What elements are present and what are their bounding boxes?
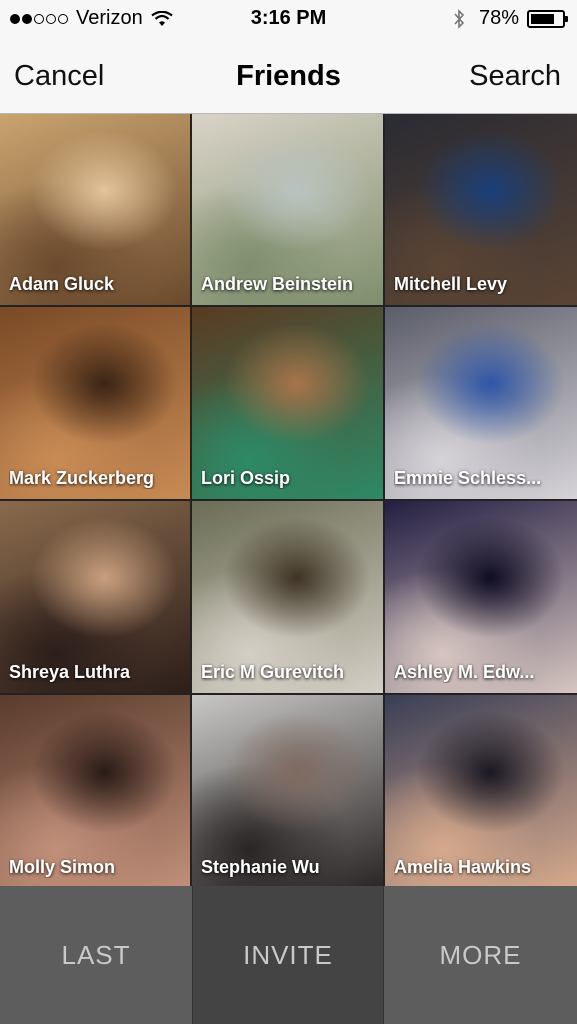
friend-name: Mitchell Levy [394,274,508,294]
status-right: 78% [453,7,568,30]
last-button[interactable]: LAST [0,886,192,1024]
friend-tile[interactable]: Mark Zuckerberg [0,307,190,499]
friend-tile[interactable]: Amelia Hawkins [385,695,577,888]
status-bar: Verizon 3:16 PM 78% [0,0,577,38]
bottom-action-bar: LAST INVITE MORE [0,886,577,1024]
friend-name: Lori Ossip [201,468,291,488]
friend-tile[interactable]: Adam Gluck [0,114,190,305]
friend-tile[interactable]: Shreya Luthra [0,501,190,693]
friend-tile[interactable]: Molly Simon [0,695,190,888]
friend-name: Shreya Luthra [9,662,131,682]
friend-tile[interactable]: Mitchell Levy [385,114,577,305]
friend-name: Ashley M. Edw... [394,662,535,682]
friend-name: Adam Gluck [9,274,115,294]
friend-name: Eric M Gurevitch [201,662,345,682]
friend-tile[interactable]: Ashley M. Edw... [385,501,577,693]
invite-button[interactable]: INVITE [192,886,384,1024]
friends-grid: Adam Gluck Andrew Beinstein Mitchell Levy M… [0,114,577,888]
navigation-bar: Cancel Friends Search [0,38,577,114]
battery-percentage: 78% [478,7,519,29]
friend-tile[interactable]: Stephanie Wu [192,695,383,888]
friend-tile[interactable]: Emmie Schless... [385,307,577,499]
friend-name: Stephanie Wu [201,857,320,877]
battery-fill [531,13,555,24]
friend-name: Amelia Hawkins [394,857,532,877]
bluetooth-icon [454,8,465,29]
more-button[interactable]: MORE [384,886,577,1024]
battery-icon [527,9,568,28]
friend-name: Molly Simon [9,857,116,877]
friend-name: Emmie Schless... [394,468,542,488]
battery-nub [565,15,568,22]
search-button[interactable]: Search [469,60,561,93]
friend-tile[interactable]: Andrew Beinstein [192,114,383,305]
friend-name: Mark Zuckerberg [9,468,155,488]
friend-name: Andrew Beinstein [201,274,354,294]
friend-tile[interactable]: Lori Ossip [192,307,383,499]
friend-tile[interactable]: Eric M Gurevitch [192,501,383,693]
